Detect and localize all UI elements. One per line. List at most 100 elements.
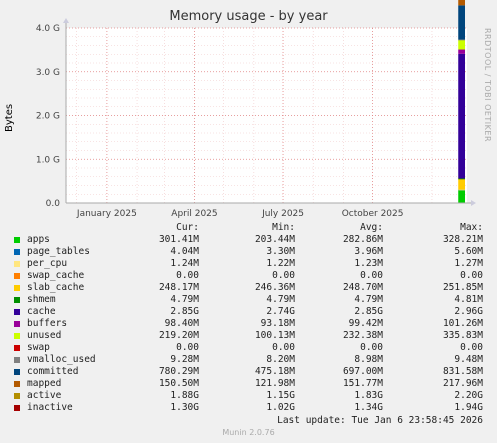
area-shmem xyxy=(458,178,465,180)
legend-max: 101.26M xyxy=(442,318,483,329)
legend-name: mapped xyxy=(27,378,62,389)
legend-cur: 248.17M xyxy=(158,282,199,293)
legend-swatch xyxy=(14,309,20,315)
legend-avg: 1.83G xyxy=(354,390,383,401)
legend-min: 0.00 xyxy=(272,270,295,281)
legend-max: 9.48M xyxy=(454,354,483,365)
legend-cur: 2.85G xyxy=(170,306,199,317)
area-mapped xyxy=(458,0,465,6)
legend-row-shmem: shmem 4.79M 4.79M 4.79M 4.81M xyxy=(0,294,497,306)
legend-name: unused xyxy=(27,330,62,341)
legend-row-committed: committed 780.29M 475.18M 697.00M 831.58M xyxy=(0,366,497,378)
y-tick-label: 3.0 G xyxy=(36,68,60,78)
legend-swatch xyxy=(14,249,20,255)
legend-swatch xyxy=(14,333,20,339)
legend-avg: 99.42M xyxy=(348,318,383,329)
y-tick-label: 2.0 G xyxy=(36,112,60,122)
area-cache xyxy=(458,53,465,179)
legend-min: 8.20M xyxy=(266,354,295,365)
legend-swatch xyxy=(14,393,20,399)
legend-cur: 4.79M xyxy=(170,294,199,305)
x-tick-label: April 2025 xyxy=(171,209,217,219)
legend-max: 251.85M xyxy=(442,282,483,293)
legend-max: 0.00 xyxy=(460,270,483,281)
legend-name: vmalloc_used xyxy=(27,354,96,365)
legend-avg: 282.86M xyxy=(342,234,383,245)
legend-min: 246.36M xyxy=(254,282,295,293)
area-vmalloc-used xyxy=(458,39,465,41)
legend-min: 1.22M xyxy=(266,258,295,269)
legend-avg: 2.85G xyxy=(354,306,383,317)
legend-avg: 1.34G xyxy=(354,402,383,413)
legend-min: 3.30M xyxy=(266,246,295,257)
legend-min: 93.18M xyxy=(260,318,295,329)
legend-swatch xyxy=(14,405,20,411)
legend-row-inactive: inactive 1.30G 1.02G 1.34G 1.94G xyxy=(0,402,497,414)
munin-version: Munin 2.0.76 xyxy=(222,428,275,437)
legend-name: page_tables xyxy=(27,246,90,257)
legend-max: 4.81M xyxy=(454,294,483,305)
legend-swatch xyxy=(14,357,20,363)
legend-avg: 1.23M xyxy=(354,258,383,269)
x-tick-label: July 2025 xyxy=(261,209,304,219)
legend-swatch xyxy=(14,285,20,291)
area-buffers xyxy=(458,49,465,54)
legend-cur: 9.28M xyxy=(170,354,199,365)
legend-header: Cur: Min: Avg: Max: xyxy=(0,222,497,234)
area-committed xyxy=(458,5,465,40)
y-axis-arrow xyxy=(63,18,69,23)
legend-min: 2.74G xyxy=(266,306,295,317)
x-axis-arrow xyxy=(471,200,476,206)
legend-cur: 98.40M xyxy=(164,318,199,329)
legend-max: 2.96G xyxy=(454,306,483,317)
legend-swatch xyxy=(14,261,20,267)
legend-row-per-cpu: per_cpu 1.24M 1.22M 1.23M 1.27M xyxy=(0,258,497,270)
area-unused xyxy=(458,39,465,50)
legend-cur: 219.20M xyxy=(158,330,199,341)
legend-max: 328.21M xyxy=(442,234,483,245)
legend-cur: 0.00 xyxy=(176,270,199,281)
y-tick-label: 0.0 xyxy=(46,199,61,209)
legend-name: per_cpu xyxy=(27,258,68,269)
legend-cur: 1.88G xyxy=(170,390,199,401)
area-slab-cache xyxy=(458,178,465,190)
legend-row-slab-cache: slab_cache 248.17M 246.36M 248.70M 251.85M xyxy=(0,282,497,294)
legend-min: 121.98M xyxy=(254,378,295,389)
legend-avg: 248.70M xyxy=(342,282,383,293)
legend-name: active xyxy=(27,390,62,401)
legend-min: 0.00 xyxy=(272,342,295,353)
legend-cur: 1.30G xyxy=(170,402,199,413)
legend-cur: 301.41M xyxy=(158,234,199,245)
legend-row-apps: apps 301.41M 203.44M 282.86M 328.21M xyxy=(0,234,497,246)
legend-avg: 151.77M xyxy=(342,378,383,389)
legend-swatch xyxy=(14,381,20,387)
legend-cur: 1.24M xyxy=(170,258,199,269)
col-max-header: Max: xyxy=(460,222,483,233)
legend-min: 100.13M xyxy=(254,330,295,341)
legend-row-active: active 1.88G 1.15G 1.83G 2.20G xyxy=(0,390,497,402)
legend-swatch xyxy=(14,321,20,327)
col-min-header: Min: xyxy=(272,222,295,233)
legend-avg: 4.79M xyxy=(354,294,383,305)
legend-max: 1.94G xyxy=(454,402,483,413)
memory-chart: January 2025 April 2025 July 2025 October 2… xyxy=(36,0,476,219)
legend-row-swap-cache: swap_cache 0.00 0.00 0.00 0.00 xyxy=(0,270,497,282)
legend-name: cache xyxy=(27,306,56,317)
y-tick-label: 1.0 G xyxy=(36,155,60,165)
legend-avg: 3.96M xyxy=(354,246,383,257)
legend-name: committed xyxy=(27,366,79,377)
legend-cur: 0.00 xyxy=(176,342,199,353)
legend-max: 831.58M xyxy=(442,366,483,377)
legend-swatch xyxy=(14,297,20,303)
legend-table: Cur: Min: Avg: Max: apps 301.41M 203.44M 28… xyxy=(0,222,497,414)
legend-max: 0.00 xyxy=(460,342,483,353)
legend-row-buffers: buffers 98.40M 93.18M 99.42M 101.26M xyxy=(0,318,497,330)
last-update: Last update: Tue Jan 6 23:58:45 2026 xyxy=(277,415,483,426)
legend-swatch xyxy=(14,345,20,351)
legend-min: 1.15G xyxy=(266,390,295,401)
legend-cur: 780.29M xyxy=(158,366,199,377)
area-apps xyxy=(458,189,465,203)
legend-max: 2.20G xyxy=(454,390,483,401)
x-tick-label: January 2025 xyxy=(76,209,137,219)
col-avg-header: Avg: xyxy=(360,222,383,233)
